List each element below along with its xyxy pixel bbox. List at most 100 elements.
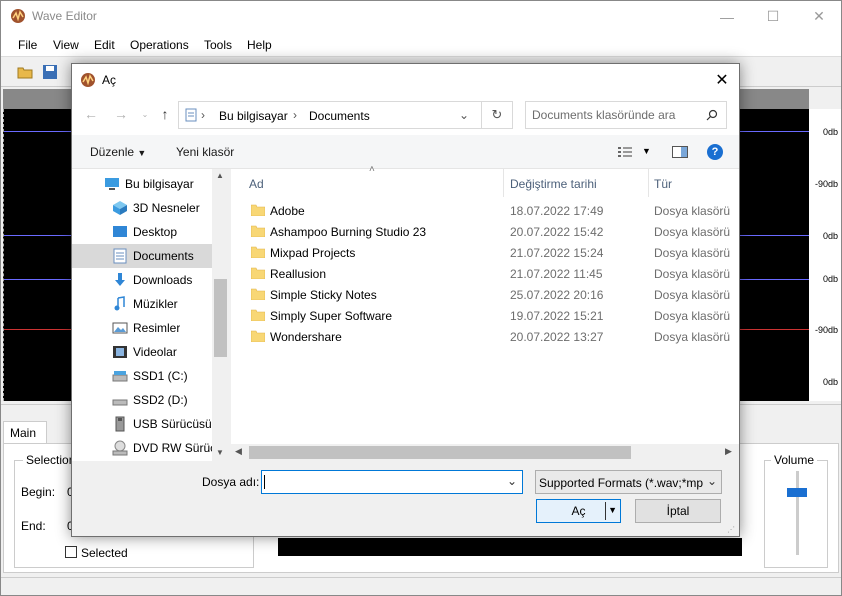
- close-button[interactable]: ✕: [796, 1, 842, 32]
- nav-pane-scrollbar[interactable]: ▲ ▼: [212, 169, 229, 461]
- search-input[interactable]: Documents klasöründe ara: [525, 101, 727, 129]
- selected-checkbox[interactable]: [65, 546, 77, 558]
- open-folder-icon[interactable]: [17, 64, 33, 80]
- menu-edit[interactable]: Edit: [94, 38, 115, 52]
- volume-group: Volume: [764, 453, 828, 568]
- scrollbar-thumb[interactable]: [249, 446, 631, 459]
- file-row-simply-super-software[interactable]: Simply Super Software 19.07.2022 15:21 D…: [231, 306, 739, 327]
- menu-view[interactable]: View: [53, 38, 79, 52]
- maximize-button[interactable]: ☐: [750, 1, 796, 32]
- dvd-drive-icon: [112, 440, 128, 456]
- open-button[interactable]: Aç ▼: [536, 499, 621, 523]
- chevron-down-icon[interactable]: ▼: [642, 146, 651, 156]
- split-divider: [605, 502, 606, 520]
- file-date: 21.07.2022 15:24: [510, 246, 604, 260]
- volume-slider-thumb[interactable]: [787, 488, 807, 497]
- file-date: 20.07.2022 15:42: [510, 225, 604, 239]
- nav-item-music[interactable]: Müzikler: [72, 292, 212, 316]
- column-header-type[interactable]: Tür: [654, 169, 672, 197]
- forward-arrow-icon[interactable]: →: [112, 105, 130, 123]
- resize-grip-icon[interactable]: ⋰: [727, 525, 735, 534]
- column-separator[interactable]: [503, 169, 504, 197]
- up-arrow-icon[interactable]: ↑: [156, 105, 174, 123]
- pictures-icon: [112, 322, 128, 334]
- file-row-mixpad[interactable]: Mixpad Projects 21.07.2022 15:24 Dosya k…: [231, 243, 739, 264]
- menu-operations[interactable]: Operations: [130, 38, 189, 52]
- help-icon[interactable]: ?: [707, 144, 723, 160]
- nav-item-usb-drive[interactable]: USB Sürücüsü (: [72, 412, 219, 436]
- column-header-name[interactable]: Ad: [249, 169, 264, 197]
- file-row-adobe[interactable]: Adobe 18.07.2022 17:49 Dosya klasörü: [231, 201, 739, 222]
- file-list-scrollbar[interactable]: ◀ ▶: [231, 444, 739, 461]
- volume-group-title: Volume: [771, 453, 818, 467]
- nav-item-desktop[interactable]: Desktop: [72, 220, 212, 244]
- nav-item-label: USB Sürücüsü (: [133, 417, 220, 431]
- documents-icon: [113, 248, 127, 264]
- menu-tools[interactable]: Tools: [204, 38, 232, 52]
- nav-item-ssd2[interactable]: SSD2 (D:): [72, 388, 212, 412]
- minimize-button[interactable]: —: [704, 1, 750, 32]
- nav-item-dvd-drive[interactable]: DVD RW Sürüc: [72, 436, 216, 460]
- folder-icon: [251, 225, 265, 237]
- menu-file[interactable]: File: [18, 38, 37, 52]
- nav-item-this-pc[interactable]: Bu bilgisayar: [72, 172, 212, 196]
- file-date: 19.07.2022 15:21: [510, 309, 604, 323]
- refresh-icon[interactable]: ↻: [481, 101, 513, 129]
- preview-pane-icon[interactable]: [672, 145, 688, 159]
- organize-label: Düzenle: [90, 145, 135, 159]
- file-row-simple-sticky-notes[interactable]: Simple Sticky Notes 25.07.2022 20:16 Dos…: [231, 285, 739, 306]
- file-type: Dosya klasörü: [654, 267, 731, 281]
- file-name: Wondershare: [270, 330, 342, 344]
- file-row-reallusion[interactable]: Reallusion 21.07.2022 11:45 Dosya klasör…: [231, 264, 739, 285]
- breadcrumb-documents[interactable]: Documents: [309, 109, 370, 123]
- dialog-title-bar: Aç ✕: [72, 64, 739, 95]
- chevron-down-icon[interactable]: ⌄: [459, 108, 469, 122]
- chevron-down-icon[interactable]: ⌄: [507, 474, 517, 488]
- file-type: Dosya klasörü: [654, 225, 731, 239]
- nav-item-videos[interactable]: Videolar: [72, 340, 212, 364]
- chevron-down-icon: ⌄: [706, 474, 717, 488]
- split-arrow-icon[interactable]: ▼: [608, 505, 617, 515]
- file-row-wondershare[interactable]: Wondershare 20.07.2022 13:27 Dosya klasö…: [231, 327, 739, 348]
- nav-item-pictures[interactable]: Resimler: [72, 316, 212, 340]
- command-bar: Düzenle ▼ Yeni klasör ▼ ?: [72, 135, 739, 169]
- dialog-close-button[interactable]: ✕: [705, 64, 739, 95]
- nav-item-downloads[interactable]: Downloads: [72, 268, 212, 292]
- nav-item-label: Resimler: [133, 321, 181, 335]
- filter-value: Supported Formats (*.wav;*mp: [539, 476, 704, 490]
- filename-input[interactable]: ⌄: [261, 470, 523, 494]
- scroll-right-icon[interactable]: ▶: [725, 446, 732, 457]
- recent-dropdown-icon[interactable]: ⌄: [136, 105, 154, 123]
- scroll-down-icon[interactable]: ▼: [216, 448, 224, 457]
- db-label: 0db: [822, 377, 838, 387]
- volume-track: [796, 471, 799, 555]
- file-row-ashampoo[interactable]: Ashampoo Burning Studio 23 20.07.2022 15…: [231, 222, 739, 243]
- scroll-left-icon[interactable]: ◀: [235, 446, 242, 457]
- 3d-objects-icon: [113, 201, 127, 215]
- address-bar[interactable]: › Bu bilgisayar › Documents ⌄: [178, 101, 512, 129]
- nav-item-label: Bu bilgisayar: [125, 177, 194, 191]
- view-options-icon[interactable]: [617, 145, 633, 159]
- scrollbar-thumb[interactable]: [214, 279, 227, 357]
- folder-icon: [251, 330, 265, 342]
- tab-main[interactable]: Main: [3, 421, 47, 443]
- nav-item-label: Desktop: [133, 225, 178, 239]
- new-folder-button[interactable]: Yeni klasör: [176, 145, 234, 159]
- breadcrumb-separator: ›: [293, 108, 297, 122]
- nav-item-documents[interactable]: Documents: [72, 244, 212, 268]
- cancel-button[interactable]: İptal: [635, 499, 721, 523]
- breadcrumb-this-pc[interactable]: Bu bilgisayar: [219, 109, 288, 123]
- column-header-date[interactable]: Değiştirme tarihi: [510, 169, 597, 197]
- nav-item-label: SSD2 (D:): [133, 393, 188, 407]
- scroll-up-icon[interactable]: ▲: [216, 171, 224, 180]
- file-type: Dosya klasörü: [654, 246, 731, 260]
- navigation-bar: ← → ⌄ ↑ › Bu bilgisayar › Documents ⌄ ↻ …: [72, 95, 739, 135]
- save-icon[interactable]: [42, 64, 58, 80]
- organize-button[interactable]: Düzenle ▼: [90, 145, 146, 159]
- menu-help[interactable]: Help: [247, 38, 272, 52]
- nav-item-ssd1[interactable]: SSD1 (C:): [72, 364, 212, 388]
- back-arrow-icon[interactable]: ←: [82, 105, 100, 123]
- file-type-filter[interactable]: Supported Formats (*.wav;*mp ⌄: [535, 470, 722, 494]
- column-separator[interactable]: [648, 169, 649, 197]
- nav-item-3d-objects[interactable]: 3D Nesneler: [72, 196, 212, 220]
